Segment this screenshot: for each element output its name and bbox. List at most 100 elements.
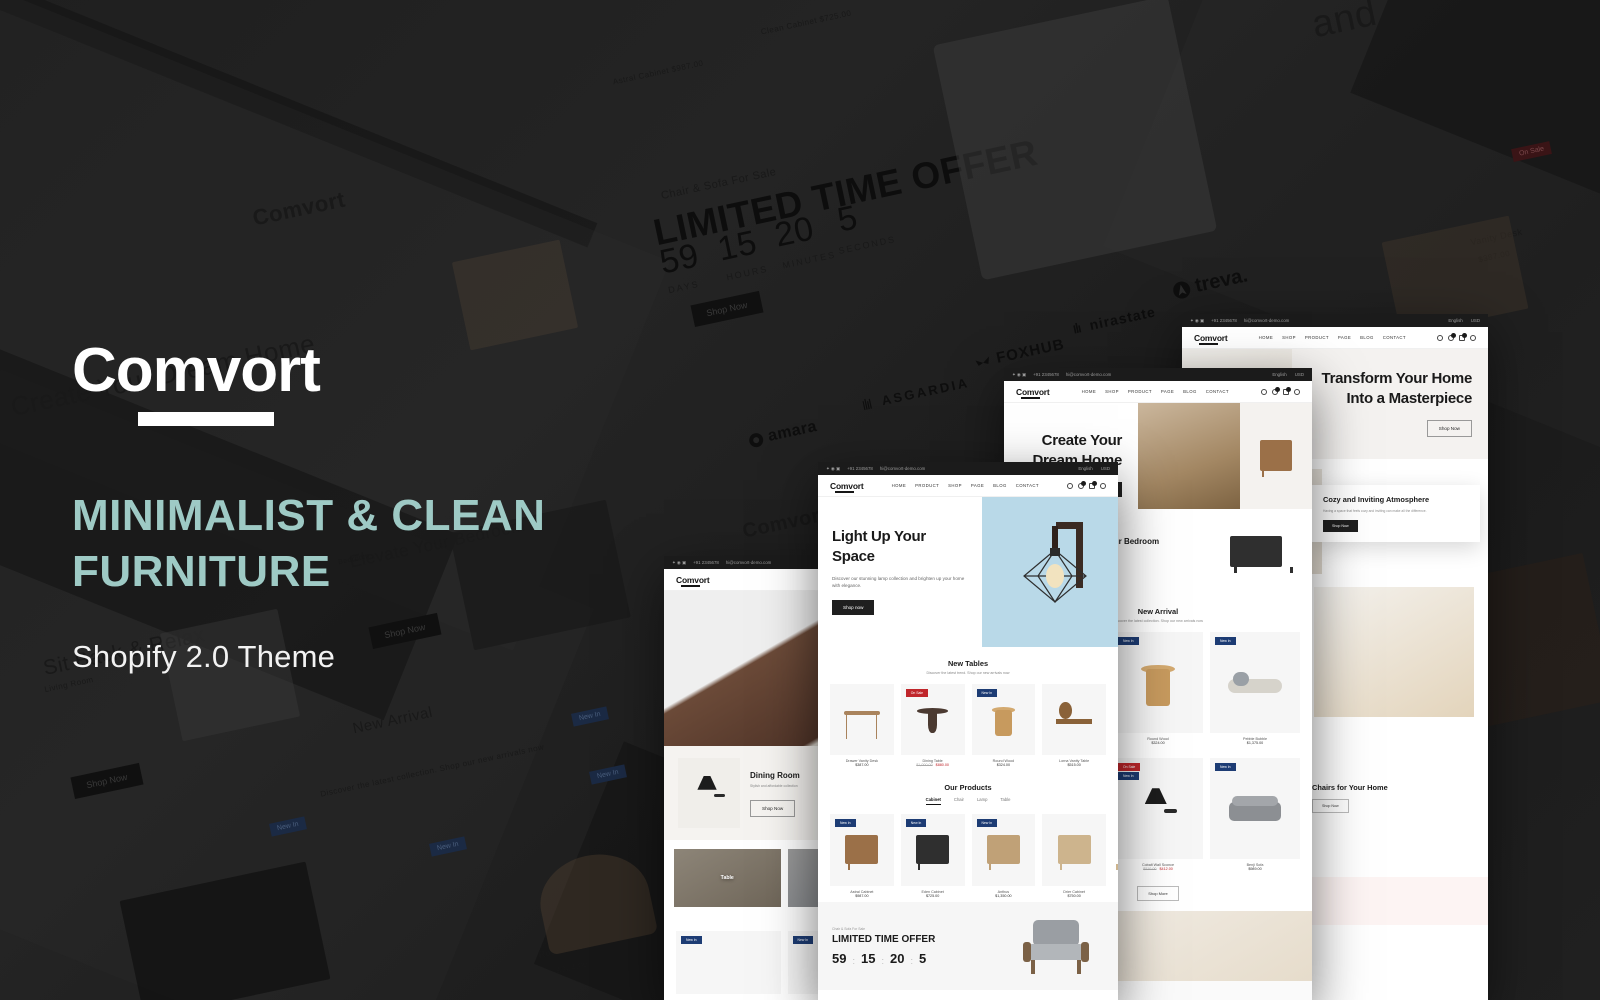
offer-copy: Chair & Sofa For Sale LIMITED TIME OFFER… [832, 927, 1002, 966]
dining-shop-button[interactable]: Shop Now [750, 799, 796, 817]
cart-icon[interactable] [1089, 480, 1097, 489]
nav-link-page[interactable]: PAGE [1161, 389, 1174, 394]
mockup4-topbar: ✦ ◉ ▣ +91 2345678 hi@comvort-demo.com En… [1182, 314, 1488, 327]
nav-brand[interactable]: Comvort [830, 481, 864, 493]
product-cell[interactable]: New In Round Wood $324.00 [1113, 632, 1203, 745]
hero-copy-masterpiece: Transform Your Home Into a Masterpiece S… [1292, 349, 1488, 459]
bg-brand-amara: amara [747, 418, 819, 450]
product-cell[interactable]: New In Pebble Bubble $1,375.00 [1210, 632, 1300, 745]
nav-icons[interactable] [1067, 480, 1106, 489]
language-select[interactable]: English [1448, 318, 1462, 323]
nav-link-product[interactable]: PRODUCT [1128, 389, 1152, 394]
phone-label: +91 2345678 [847, 466, 873, 471]
search-icon[interactable] [1261, 388, 1267, 395]
nav-link-shop[interactable]: SHOP [948, 483, 962, 488]
product-price: $324.00 [1151, 740, 1165, 745]
wishlist-icon[interactable] [1078, 480, 1086, 489]
cabinet-silhouette [1257, 433, 1296, 480]
product-cell[interactable]: Drawer Vanity Desk $387.00 [830, 684, 894, 767]
benji-sofa-silhouette [1227, 777, 1283, 839]
bg-badge-new-in-2: New In [571, 706, 609, 727]
social-icons[interactable]: ✦ ◉ ▣ [826, 466, 840, 472]
nav-link-blog[interactable]: BLOG [1183, 389, 1197, 394]
tab-table[interactable]: Table [1000, 797, 1010, 805]
account-icon[interactable] [1100, 482, 1106, 489]
account-icon[interactable] [1294, 388, 1300, 395]
nav-link-product[interactable]: PRODUCT [1305, 335, 1329, 340]
account-icon[interactable] [1470, 334, 1476, 341]
product-cell[interactable]: Lorna Vanity Table $515.00 [1042, 684, 1106, 767]
hero-copy-lamp: Light Up Your Space Discover our stunnin… [818, 497, 982, 647]
nav-link-home[interactable]: HOME [892, 483, 907, 488]
tab-chair[interactable]: Chair [954, 797, 964, 805]
language-select[interactable]: English [1272, 372, 1286, 377]
product-cell[interactable]: New In Benji Sofa $989.00 [1210, 757, 1300, 871]
category-tile-table[interactable]: Table [674, 849, 781, 907]
chairs-shop-button[interactable]: Shop Now [1312, 798, 1349, 813]
hero-shop-button[interactable]: Shop Now [1426, 419, 1472, 437]
search-icon[interactable] [1437, 334, 1443, 341]
product-new-price: $880.00 [935, 763, 949, 768]
wishlist-icon[interactable] [1272, 386, 1280, 395]
cart-icon[interactable] [1459, 332, 1467, 341]
nav-links[interactable]: HOME SHOP PRODUCT PAGE BLOG CONTACT [1082, 389, 1229, 394]
nirastate-icon [1073, 322, 1082, 334]
product-cell[interactable]: New In Anthus $1,350.00 [971, 814, 1036, 898]
language-select[interactable]: English [1078, 466, 1092, 471]
social-icons[interactable]: ✦ ◉ ▣ [1190, 318, 1204, 324]
nav-link-home[interactable]: HOME [1082, 389, 1097, 394]
search-icon[interactable] [1067, 482, 1073, 489]
nav-link-contact[interactable]: CONTACT [1206, 389, 1229, 394]
nav-brand[interactable]: Comvort [1016, 387, 1050, 399]
product-cell[interactable]: New In Eden Cabinet $725.00 [900, 814, 965, 898]
phone-label: +91 2345678 [1033, 372, 1059, 377]
nav-link-blog[interactable]: BLOG [1360, 335, 1374, 340]
nav-links[interactable]: HOME SHOP PRODUCT PAGE BLOG CONTACT [1259, 335, 1406, 340]
product-cell[interactable]: Drier Cabinet $750.00 [1042, 814, 1106, 898]
nav-link-page[interactable]: PAGE [1338, 335, 1351, 340]
product-image: New In [676, 931, 781, 994]
nav-link-shop[interactable]: SHOP [1282, 335, 1296, 340]
nav-link-page[interactable]: PAGE [971, 483, 984, 488]
shop-more-button[interactable]: Shop More [1137, 885, 1179, 901]
email-label: hi@comvort-demo.com [725, 560, 772, 565]
nav-link-contact[interactable]: CONTACT [1383, 335, 1406, 340]
tab-cabinet[interactable]: Cabinet [925, 797, 941, 806]
product-old-price: $510.00 [1143, 866, 1157, 871]
nav-link-contact[interactable]: CONTACT [1016, 483, 1039, 488]
bg-offer-minutes-value: 20 [771, 209, 818, 255]
product-badge: New In [905, 819, 927, 828]
product-tabs[interactable]: Cabinet Chair Lamp Table [818, 797, 1118, 806]
hero-shop-button[interactable]: Shop now [832, 600, 875, 616]
nav-link-home[interactable]: HOME [1259, 335, 1274, 340]
currency-select[interactable]: USD [1295, 372, 1304, 377]
cozy-shop-button[interactable]: Shop Now [1323, 520, 1358, 533]
nav-link-product[interactable]: PRODUCT [915, 483, 939, 488]
wishlist-icon[interactable] [1448, 332, 1456, 341]
mockup4-navbar: Comvort HOME SHOP PRODUCT PAGE BLOG CONT… [1182, 327, 1488, 349]
product-cell[interactable]: On Sale New In Cobalt Wall Sconce $510.0… [1113, 757, 1203, 871]
nav-links[interactable]: HOME PRODUCT SHOP PAGE BLOG CONTACT [892, 483, 1039, 488]
currency-select[interactable]: USD [1101, 466, 1110, 471]
currency-select[interactable]: USD [1471, 318, 1480, 323]
nav-link-shop[interactable]: SHOP [1105, 389, 1119, 394]
chairs-heading: Chairs for Your Home [1312, 783, 1388, 792]
headline-block: Comvort MINIMALIST & CLEAN FURNITURE Sho… [72, 340, 712, 675]
mockup-home-lamp[interactable]: ✦ ◉ ▣ +91 2345678 hi@comvort-demo.com En… [818, 462, 1118, 1000]
nav-link-blog[interactable]: BLOG [993, 483, 1007, 488]
armchair-icon [1023, 919, 1089, 974]
nav-brand[interactable]: Comvort [1194, 333, 1228, 345]
mockup1-navbar: Comvort HOME PRODUCT SHOP PAGE BLOG CONT… [818, 475, 1118, 497]
pebble-sofa-silhouette [1227, 651, 1283, 713]
nav-icons[interactable] [1261, 386, 1300, 395]
social-icons[interactable]: ✦ ◉ ▣ [1012, 372, 1026, 378]
promo-dresser-image [1214, 521, 1298, 583]
cart-icon[interactable] [1283, 386, 1291, 395]
product-cell[interactable]: On Sale Dining Table $1,000.00 $880.00 [900, 684, 965, 768]
product-cell[interactable]: New In Astral Cabinet $987.00 [830, 814, 894, 898]
nav-icons[interactable] [1437, 332, 1476, 341]
tab-lamp[interactable]: Lamp [977, 797, 987, 805]
product-new-price: $412.00 [1159, 866, 1173, 871]
astral-cabinet-silhouette [842, 828, 882, 872]
product-cell[interactable]: New In Round Wood $324.00 [971, 684, 1036, 767]
